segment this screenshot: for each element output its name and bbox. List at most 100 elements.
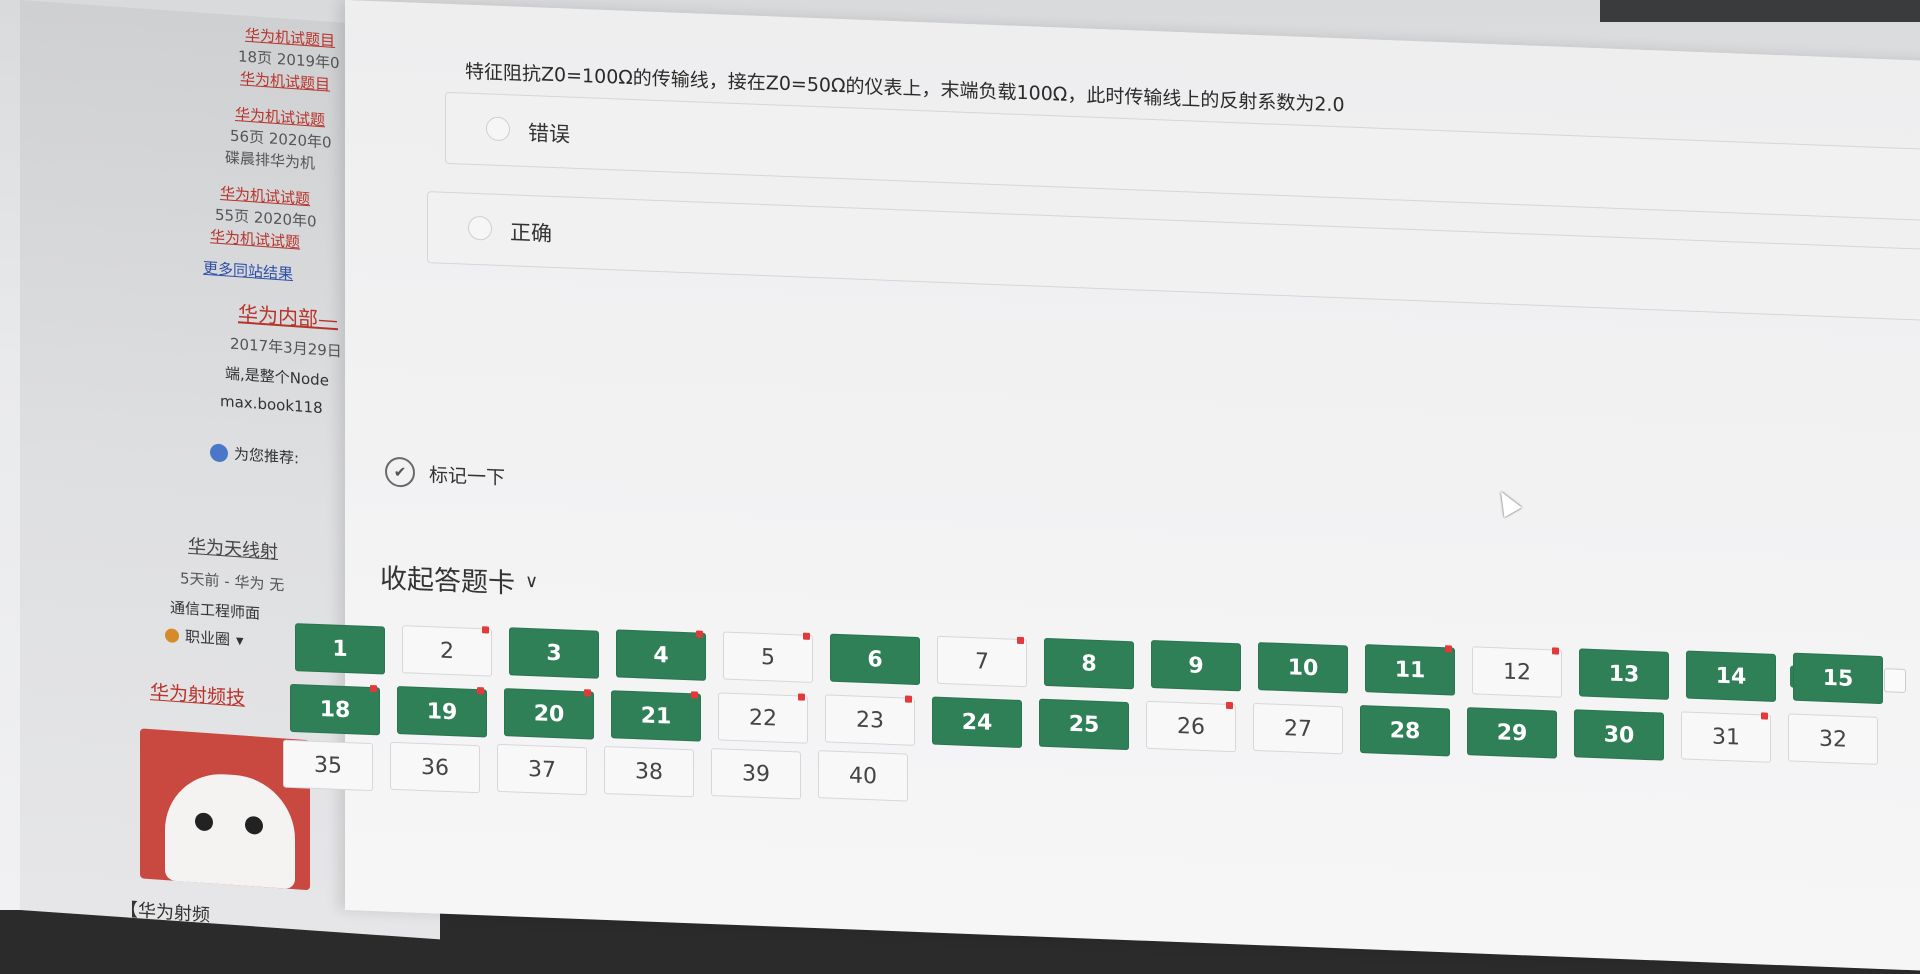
question-number-button[interactable]: 32 <box>1788 713 1878 765</box>
question-number-button[interactable]: 2 <box>402 625 492 677</box>
question-number-button[interactable]: 19 <box>397 685 487 738</box>
question-number: 32 <box>1819 726 1847 753</box>
flag-marker-icon <box>1445 645 1452 653</box>
question-number-button[interactable]: 8 <box>1044 637 1134 690</box>
question-number-button[interactable]: 13 <box>1579 648 1669 700</box>
question-number: 20 <box>533 700 565 727</box>
question-number-button[interactable]: 10 <box>1258 642 1348 694</box>
recommend-label: 为您推荐: <box>234 444 300 468</box>
question-number-button[interactable]: 6 <box>830 633 920 686</box>
question-number-button[interactable]: 14 <box>1686 650 1776 702</box>
flag-marker-icon <box>691 691 698 699</box>
question-number: 30 <box>1603 721 1635 749</box>
question-number-button[interactable]: 37 <box>497 743 587 796</box>
question-number: 1 <box>332 636 348 662</box>
question-number-button[interactable]: 1 <box>295 623 385 675</box>
question-number-button[interactable]: 26 <box>1146 700 1236 753</box>
question-number-button[interactable]: 12 <box>1472 646 1562 698</box>
question-number-button[interactable]: 40 <box>818 750 908 802</box>
career-row[interactable]: 职业圈 ▾ <box>165 624 244 650</box>
related-meta: 5天前 - 华为 无 <box>180 569 285 595</box>
question-number-button[interactable]: 38 <box>604 745 694 798</box>
question-number-button[interactable]: 5 <box>723 631 813 683</box>
question-number-button[interactable]: 11 <box>1365 644 1455 696</box>
flag-marker-icon <box>584 689 591 697</box>
result-title[interactable]: 华为内部— <box>238 297 338 333</box>
thumbnail-horn <box>180 736 200 768</box>
question-number-button[interactable]: 3 <box>509 627 599 679</box>
question-number: 36 <box>421 754 449 781</box>
question-number-button[interactable]: 29 <box>1467 707 1557 759</box>
question-number: 6 <box>867 646 883 673</box>
question-number: 4 <box>653 642 669 668</box>
background-result-line[interactable]: 更多同站结果 <box>203 257 293 284</box>
question-number: 13 <box>1608 661 1640 688</box>
question-number: 25 <box>1068 711 1100 738</box>
unanswered-swatch <box>1884 668 1907 693</box>
question-number: 11 <box>1394 656 1426 684</box>
question-number: 15 <box>1822 665 1854 692</box>
question-number-button[interactable]: 15 <box>1793 652 1883 705</box>
question-number-button[interactable]: 20 <box>504 688 594 740</box>
recommend-row: 为您推荐: <box>210 441 299 468</box>
question-number-button[interactable]: 28 <box>1360 704 1450 757</box>
thumbnail-face <box>165 770 295 890</box>
chevron-down-icon: ▾ <box>236 630 244 650</box>
bottom-title[interactable]: 【华为射频 <box>120 895 210 927</box>
question-number-button[interactable]: 31 <box>1681 711 1771 763</box>
question-number: 10 <box>1287 654 1319 681</box>
question-number-button[interactable]: 9 <box>1151 639 1241 692</box>
question-number-button[interactable]: 36 <box>390 741 480 794</box>
rf-title[interactable]: 华为射频技 <box>150 677 245 711</box>
question-number: 12 <box>1503 658 1531 686</box>
related-title[interactable]: 华为天线射 <box>188 532 278 564</box>
question-number: 29 <box>1496 719 1528 746</box>
question-number: 21 <box>640 702 672 730</box>
option-label: 正确 <box>510 220 552 246</box>
pin-icon: ✔ <box>385 456 415 488</box>
result-source: max.book118 <box>220 391 323 418</box>
flag-marker-icon <box>370 684 377 693</box>
result-snippet: 端,是整个Node <box>225 364 329 390</box>
radio-button[interactable] <box>468 215 492 241</box>
question-number-button[interactable]: 39 <box>711 748 801 800</box>
question-number: 2 <box>440 638 454 664</box>
option-label: 错误 <box>528 121 570 147</box>
screen: 华为机试题目 18页 2019年0 华为机试题目 华为机试试题 56页 2020年0 碟晨… <box>0 0 1920 972</box>
flag-marker-icon <box>905 695 912 703</box>
question-number-button[interactable]: 25 <box>1039 698 1129 751</box>
thumbnail-eye <box>245 815 263 835</box>
question-number-button[interactable]: 24 <box>932 696 1022 749</box>
flag-marker-icon <box>1552 647 1559 655</box>
thumbnail-eye <box>195 812 213 832</box>
question-number: 31 <box>1712 724 1740 751</box>
result-date: 2017年3月29日 <box>230 334 342 361</box>
question-number: 7 <box>975 648 989 675</box>
question-number: 26 <box>1177 713 1205 740</box>
question-number: 23 <box>856 707 884 734</box>
question-number: 35 <box>314 752 342 779</box>
question-number: 27 <box>1284 715 1312 742</box>
question-number-button[interactable]: 21 <box>611 690 701 742</box>
question-number-button[interactable]: 27 <box>1253 702 1343 755</box>
question-number: 24 <box>961 709 993 736</box>
question-number-button[interactable]: 4 <box>616 629 706 681</box>
radio-button[interactable] <box>486 116 510 142</box>
flag-marker-icon <box>798 693 805 701</box>
question-number: 5 <box>761 644 775 671</box>
question-number-button[interactable]: 7 <box>937 635 1027 688</box>
mark-question[interactable]: ✔ 标记一下 <box>385 456 505 492</box>
question-number-button[interactable]: 30 <box>1574 709 1664 761</box>
career-label: 职业圈 <box>185 627 231 649</box>
flag-marker-icon <box>477 687 484 695</box>
flag-marker-icon <box>803 632 810 640</box>
question-number: 40 <box>849 762 877 789</box>
question-number-button[interactable]: 23 <box>825 694 915 746</box>
window-top-bar <box>1600 0 1920 22</box>
flag-marker-icon <box>1226 701 1233 710</box>
question-number-button[interactable]: 35 <box>283 739 373 792</box>
collapse-answer-card[interactable]: 收起答题卡 ∨ <box>380 556 538 601</box>
collapse-label: 收起答题卡 <box>380 563 515 600</box>
question-number-button[interactable]: 22 <box>718 692 808 744</box>
question-number-button[interactable]: 18 <box>290 683 380 736</box>
